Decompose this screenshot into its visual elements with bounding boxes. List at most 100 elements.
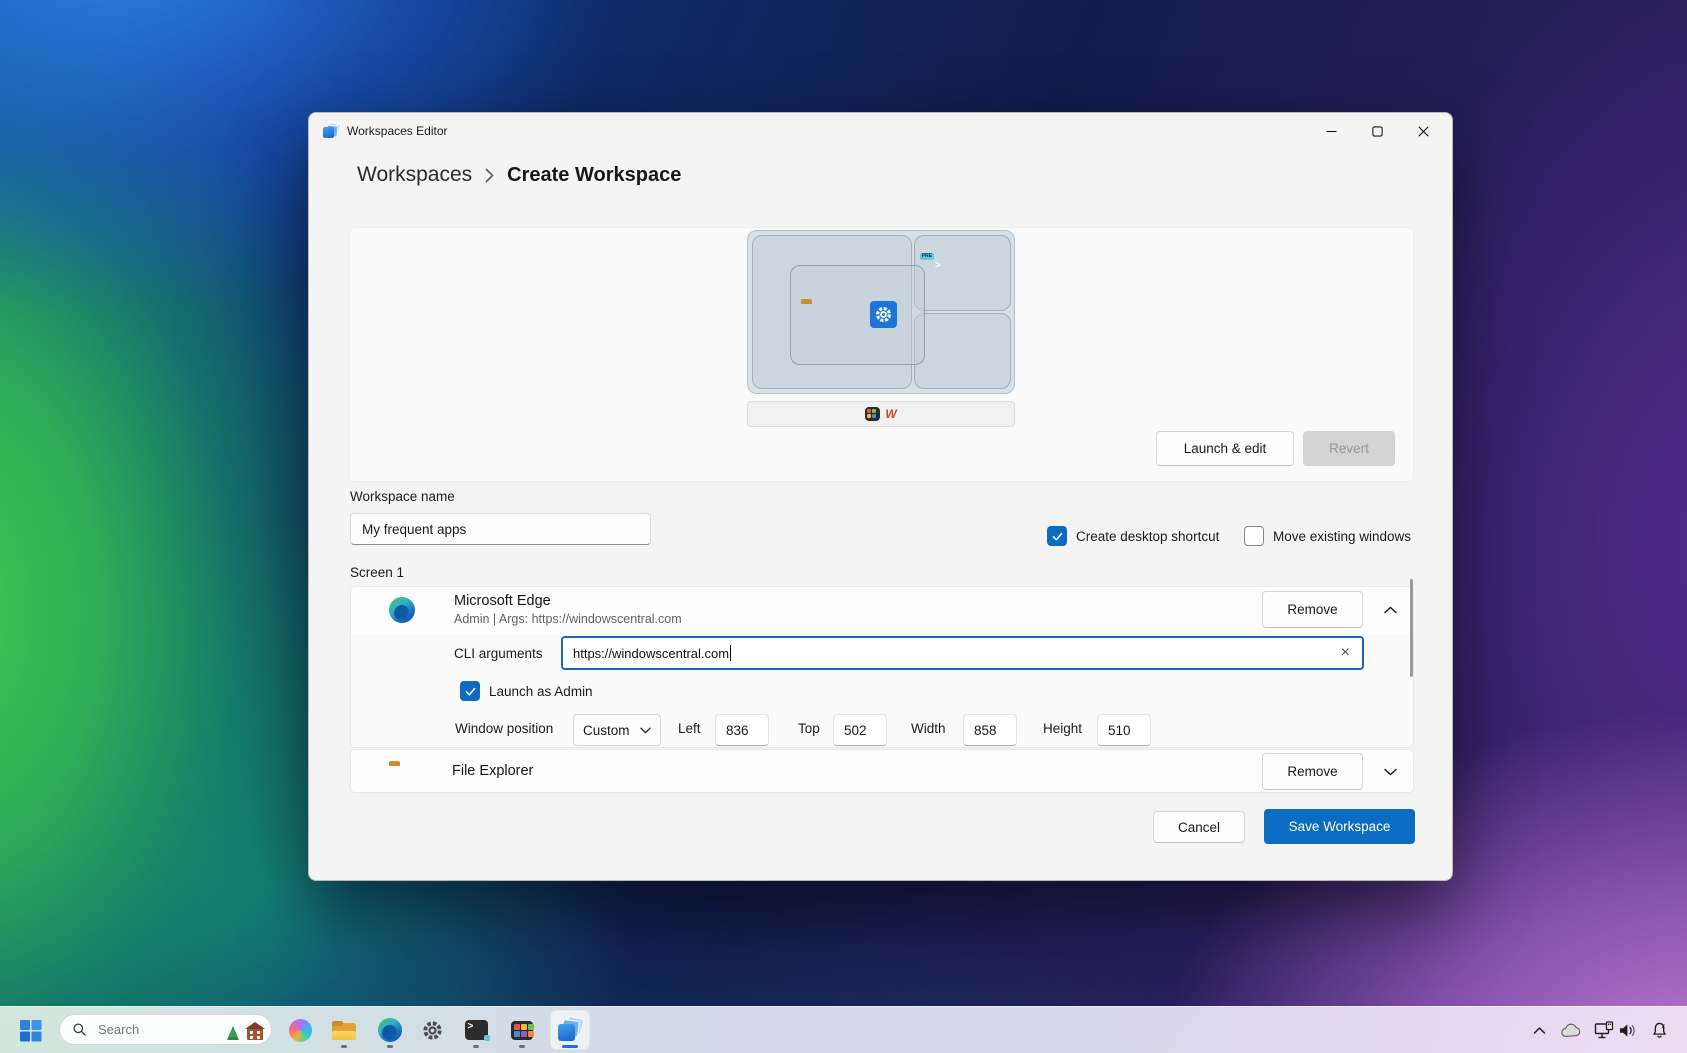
search-highlight-image[interactable] (223, 1016, 265, 1043)
breadcrumb: Workspaces Create Workspace (357, 163, 681, 187)
network-monitor-icon (1594, 1021, 1614, 1040)
w-app-icon: W (885, 408, 896, 420)
taskbar-workspaces[interactable] (550, 1010, 590, 1050)
settings-icon (870, 301, 897, 328)
expand-file-explorer-button[interactable] (1377, 759, 1403, 785)
windows-logo-icon (19, 1019, 42, 1042)
chevron-up-icon (1384, 606, 1397, 614)
cancel-button[interactable]: Cancel (1153, 811, 1245, 843)
edge-icon (378, 1018, 402, 1042)
notifications-dnd-tray-button[interactable]: z (1644, 1015, 1674, 1045)
running-indicator (387, 1045, 393, 1048)
copilot-icon (289, 1019, 312, 1042)
preview-taskbar-strip: W (747, 401, 1015, 427)
window-title: Workspaces Editor (347, 124, 447, 138)
taskbar-edge[interactable] (370, 1010, 410, 1050)
chevron-right-icon (485, 168, 494, 183)
checkbox-checked-icon[interactable] (1047, 526, 1067, 546)
taskbar-settings[interactable] (412, 1010, 452, 1050)
workspaces-app-icon (323, 123, 339, 139)
preview-zone-inner-window (790, 265, 925, 365)
checkbox-checked-icon[interactable] (460, 681, 480, 701)
color-mosaic-icon (511, 1021, 533, 1040)
launch-as-admin-option[interactable]: Launch as Admin (460, 681, 593, 701)
start-button[interactable] (10, 1010, 50, 1050)
running-indicator (519, 1045, 525, 1048)
taskbar-file-explorer[interactable] (324, 1010, 364, 1050)
remove-file-explorer-button[interactable]: Remove (1262, 753, 1363, 790)
workspace-name-label: Workspace name (350, 489, 455, 504)
close-icon (1418, 126, 1429, 137)
taskbar-copilot[interactable] (280, 1010, 320, 1050)
app-meta: Admin | Args: https://windowscentral.com (454, 612, 682, 626)
workspaces-editor-window: Workspaces Editor Workspaces Create Work… (308, 112, 1453, 881)
create-desktop-shortcut-option[interactable]: Create desktop shortcut (1047, 526, 1219, 546)
cli-arguments-label: CLI arguments (454, 646, 543, 661)
width-label: Width (911, 721, 946, 736)
window-position-mode: Custom (583, 723, 630, 738)
taskbar: > z (0, 1006, 1687, 1053)
running-indicator (473, 1045, 479, 1048)
terminal-icon: > (465, 1020, 488, 1040)
speaker-icon (1618, 1022, 1637, 1039)
show-hidden-icons-button[interactable] (1526, 1015, 1552, 1045)
app-card-file-explorer: File Explorer Remove (350, 749, 1414, 793)
tree-icon (227, 1026, 239, 1040)
volume-tray-button[interactable] (1613, 1015, 1641, 1045)
left-label: Left (678, 721, 701, 736)
checkbox-unchecked-icon[interactable] (1244, 526, 1264, 546)
launch-and-edit-button[interactable]: Launch & edit (1156, 431, 1294, 466)
breadcrumb-workspaces[interactable]: Workspaces (357, 163, 472, 187)
maximize-icon (1372, 126, 1383, 137)
taskbar-powertoys[interactable] (502, 1010, 542, 1050)
launch-as-admin-label: Launch as Admin (489, 684, 593, 699)
preview-zone-top-right (914, 235, 1011, 311)
collapse-edge-button[interactable] (1377, 597, 1403, 623)
maximize-button[interactable] (1354, 113, 1400, 149)
minimize-button[interactable] (1308, 113, 1354, 149)
onedrive-tray-button[interactable] (1556, 1015, 1586, 1045)
app-name: Microsoft Edge (454, 593, 551, 609)
clear-icon: × (1341, 644, 1350, 661)
chevron-down-icon (640, 727, 651, 734)
revert-button[interactable]: Revert (1303, 431, 1395, 466)
left-input[interactable]: 836 (715, 714, 769, 746)
taskbar-search[interactable] (59, 1014, 272, 1045)
preview-zone-bottom-right (914, 313, 1011, 389)
minimize-icon (1326, 126, 1337, 137)
search-icon (72, 1022, 87, 1037)
chevron-down-icon (1384, 768, 1397, 776)
height-label: Height (1043, 721, 1082, 736)
remove-edge-button[interactable]: Remove (1262, 591, 1363, 628)
monitor-preview: >PRE (747, 230, 1015, 394)
app-name: File Explorer (452, 763, 533, 779)
chevron-up-icon (1533, 1026, 1546, 1035)
move-existing-windows-option[interactable]: Move existing windows (1244, 526, 1411, 546)
top-input[interactable]: 502 (833, 714, 887, 746)
taskbar-terminal[interactable]: > (456, 1010, 496, 1050)
color-mosaic-icon (865, 407, 880, 421)
vertical-scrollbar[interactable] (1410, 579, 1413, 677)
cli-arguments-input[interactable]: https://windowscentral.com × (561, 636, 1364, 670)
workspaces-icon (557, 1017, 583, 1043)
file-explorer-icon (332, 1021, 356, 1040)
svg-text:z: z (1661, 1023, 1665, 1030)
edge-icon (389, 597, 415, 623)
window-position-dropdown[interactable]: Custom (573, 714, 661, 746)
width-input[interactable]: 858 (963, 714, 1017, 746)
bell-dnd-icon: z (1650, 1021, 1669, 1040)
workspace-name-input[interactable] (350, 513, 651, 545)
close-button[interactable] (1400, 113, 1446, 149)
active-indicator (562, 1045, 578, 1048)
height-input[interactable]: 510 (1097, 714, 1151, 746)
text-caret (730, 645, 731, 661)
search-input[interactable] (96, 1021, 210, 1038)
save-workspace-button[interactable]: Save Workspace (1264, 809, 1415, 844)
top-label: Top (798, 721, 820, 736)
app-card-microsoft-edge: Microsoft Edge Admin | Args: https://win… (350, 586, 1414, 748)
gear-icon (421, 1019, 444, 1042)
running-indicator (341, 1045, 347, 1048)
clear-input-button[interactable]: × (1339, 645, 1352, 661)
create-desktop-shortcut-label: Create desktop shortcut (1076, 529, 1219, 544)
house-icon (247, 1028, 263, 1040)
